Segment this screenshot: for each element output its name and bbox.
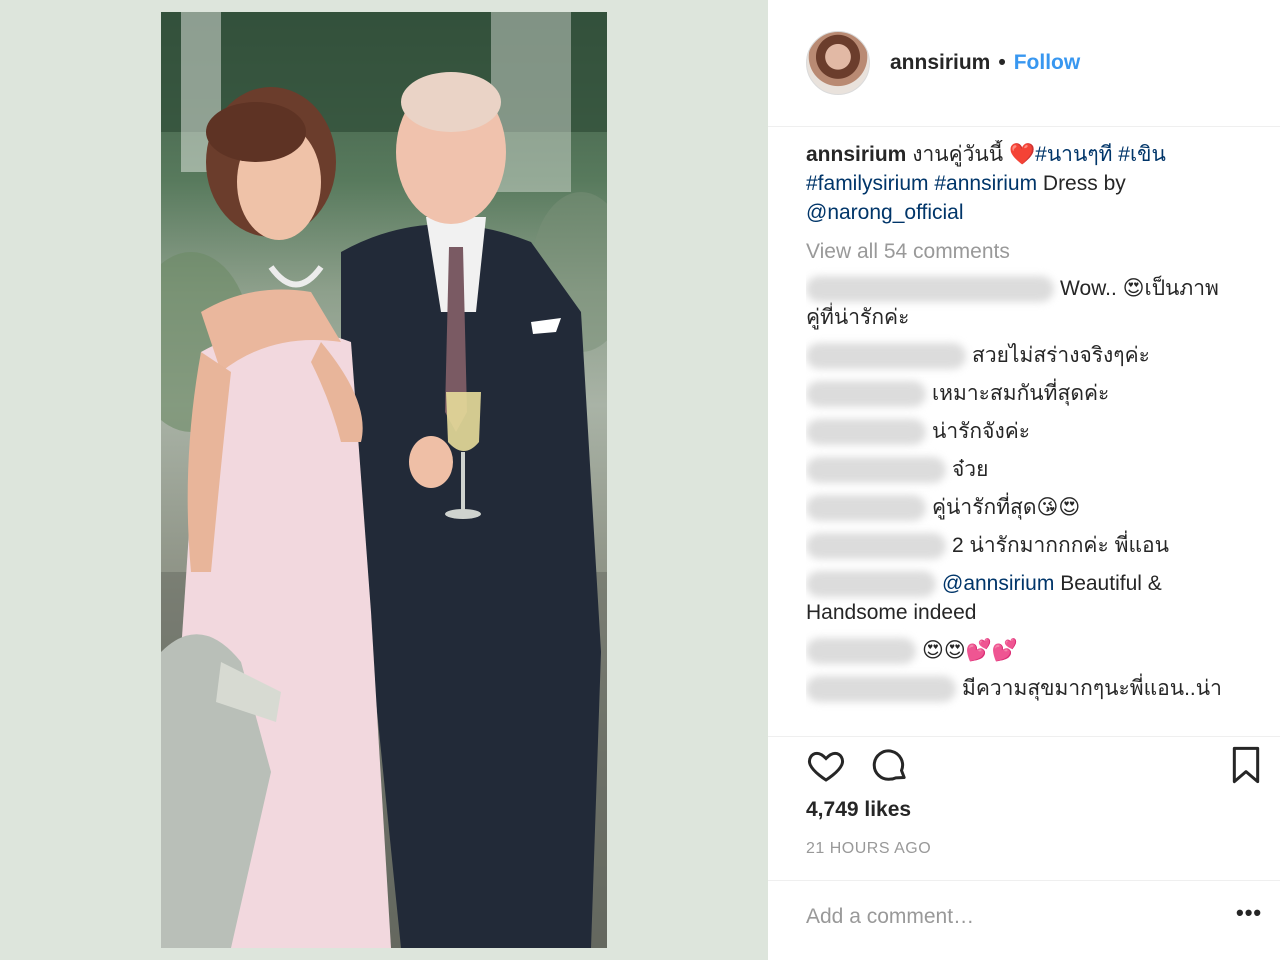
likes-count[interactable]: 4,749 likes xyxy=(806,798,911,822)
comment-text-line2: คู่ที่น่ารักค่ะ xyxy=(806,306,910,329)
blurred-username[interactable] xyxy=(806,495,926,522)
post-caption: annsirium งานคู่วันนี้ ❤️#นานๆที #เขิน #… xyxy=(806,140,1251,227)
action-bar xyxy=(806,745,1260,790)
header-text: annsirium • Follow xyxy=(890,51,1080,75)
comment: @annsirium Beautiful & Handsome indeed xyxy=(806,569,1251,627)
blurred-username[interactable] xyxy=(806,381,926,408)
separator-dot: • xyxy=(998,51,1006,74)
blurred-username[interactable] xyxy=(806,419,926,446)
add-comment-input[interactable] xyxy=(806,902,1251,932)
blurred-username[interactable] xyxy=(806,638,916,665)
comment: คู่น่ารักที่สุด😘😍 xyxy=(806,493,1251,522)
comment: Wow.. 😍เป็นภาพ คู่ที่น่ารักค่ะ xyxy=(806,274,1251,332)
heart-emoji: ❤️ xyxy=(1008,143,1036,166)
photo-panel xyxy=(0,0,768,960)
comment-mention[interactable]: @annsirium xyxy=(942,572,1054,595)
comment-text: เหมาะสมกันที่สุดค่ะ xyxy=(932,382,1110,405)
comment: เหมาะสมกันที่สุดค่ะ xyxy=(806,379,1251,408)
comments-list[interactable]: annsirium งานคู่วันนี้ ❤️#นานๆที #เขิน #… xyxy=(806,140,1251,732)
caption-username[interactable]: annsirium xyxy=(806,143,906,166)
caption-hashtags-2[interactable]: #familysirium #annsirium xyxy=(806,172,1037,195)
comment-text: น่ารักจังค่ะ xyxy=(932,420,1031,443)
blurred-username[interactable] xyxy=(806,571,936,598)
caption-hashtags[interactable]: #นานๆที #เขิน xyxy=(1035,143,1166,166)
comment: มีความสุขมากๆนะพี่แอน..น่า xyxy=(806,674,1251,703)
comment: น่ารักจังค่ะ xyxy=(806,417,1251,446)
username-link[interactable]: annsirium xyxy=(890,51,990,75)
caption-text: งานคู่วันนี้ xyxy=(906,143,1009,166)
blurred-username[interactable] xyxy=(806,676,956,703)
post-sidebar: annsirium • Follow annsirium งานคู่วันนี… xyxy=(768,0,1280,960)
post-header: annsirium • Follow xyxy=(806,30,1080,96)
comments-divider xyxy=(768,736,1280,737)
header-divider xyxy=(768,126,1280,127)
comment: จ๋วย xyxy=(806,455,1251,484)
caption-text-2: Dress by xyxy=(1037,172,1126,195)
avatar[interactable] xyxy=(806,31,870,95)
add-comment-divider xyxy=(768,880,1280,881)
blurred-username[interactable] xyxy=(806,533,946,560)
follow-button[interactable]: Follow xyxy=(1014,51,1081,75)
more-options-button[interactable]: ••• xyxy=(1236,900,1262,926)
comment-text: 2 น่ารักมากกกค่ะ พี่แอน xyxy=(952,534,1169,557)
photo-illustration xyxy=(161,12,607,948)
comment-text: มีความสุขมากๆนะพี่แอน..น่า xyxy=(962,677,1222,700)
comment: สวยไม่สร่างจริงๆค่ะ xyxy=(806,341,1251,370)
comment-bubble-icon[interactable] xyxy=(870,745,910,790)
comment-text: Beautiful & xyxy=(1054,572,1162,595)
post-timestamp[interactable]: 21 HOURS AGO xyxy=(806,840,931,858)
heart-outline-icon[interactable] xyxy=(806,745,846,790)
bookmark-icon[interactable] xyxy=(1231,745,1261,790)
blurred-username[interactable] xyxy=(806,343,966,370)
comment: 2 น่ารักมากกกค่ะ พี่แอน xyxy=(806,531,1251,560)
comment-text: จ๋วย xyxy=(952,458,989,481)
blurred-username[interactable] xyxy=(806,276,1054,303)
view-all-comments-link[interactable]: View all 54 comments xyxy=(806,237,1251,266)
post-photo[interactable] xyxy=(161,12,607,948)
comment: 😍😍💕💕 xyxy=(806,636,1251,665)
comment-text: คู่น่ารักที่สุด😘😍 xyxy=(932,496,1081,519)
comment-text-line2: Handsome indeed xyxy=(806,601,977,624)
comment-text: 😍😍💕💕 xyxy=(922,639,1019,662)
comment-text: สวยไม่สร่างจริงๆค่ะ xyxy=(972,344,1150,367)
comment-text: Wow.. 😍เป็นภาพ xyxy=(1060,277,1219,300)
caption-mention[interactable]: @narong_official xyxy=(806,201,964,224)
blurred-username[interactable] xyxy=(806,457,946,484)
